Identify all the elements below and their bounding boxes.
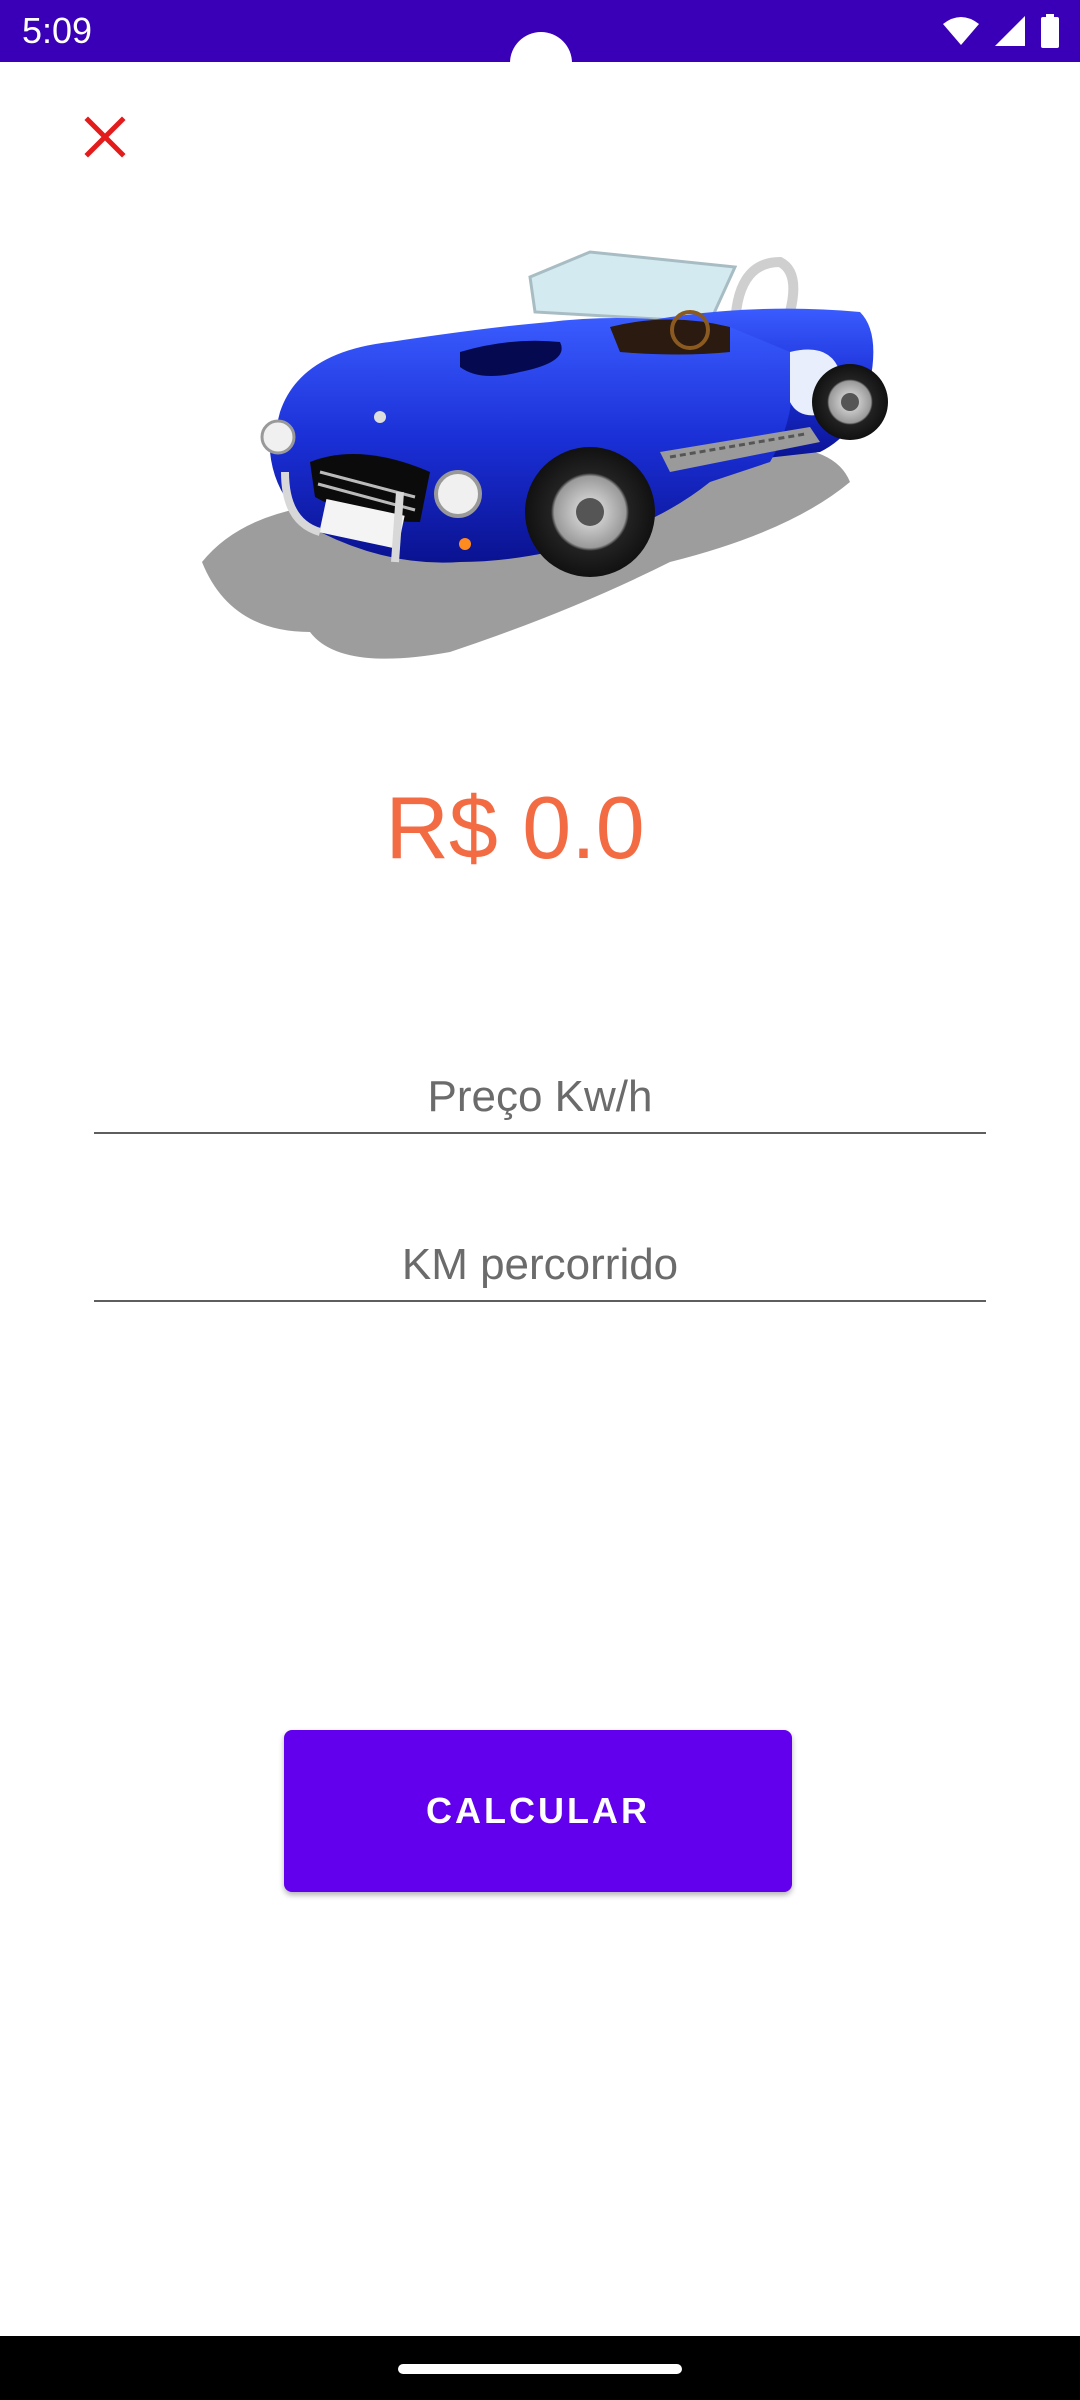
kwh-price-input[interactable] — [94, 1062, 986, 1134]
calculate-button[interactable]: CALCULAR — [284, 1730, 792, 1892]
status-time: 5:09 — [22, 10, 93, 51]
close-icon — [84, 115, 126, 163]
status-icons — [942, 12, 1060, 50]
price-result: R$ 0.0 — [385, 778, 645, 877]
signal-icon — [994, 15, 1026, 47]
battery-icon — [1040, 14, 1060, 48]
km-traveled-input[interactable] — [94, 1230, 986, 1302]
home-indicator[interactable] — [398, 2364, 682, 2374]
wifi-icon — [942, 16, 980, 46]
camera-cutout — [510, 32, 572, 94]
car-image — [190, 232, 890, 672]
close-button[interactable] — [78, 112, 132, 166]
